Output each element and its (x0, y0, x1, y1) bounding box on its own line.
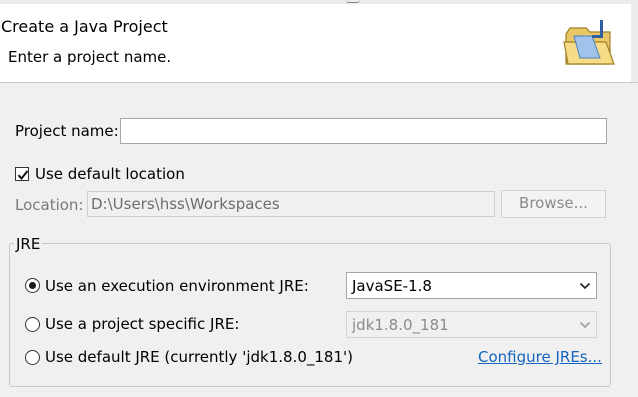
jre-group-label: JRE (14, 235, 43, 253)
location-value: D:\Users\hss\Workspaces (91, 195, 280, 213)
radio-default-jre[interactable] (25, 350, 40, 365)
wizard-subtitle: Enter a project name. (8, 48, 172, 66)
project-specific-jre-label: Use a project specific JRE: (45, 315, 240, 333)
wizard-title: Create a Java Project (1, 17, 168, 36)
banner-edge (631, 4, 638, 82)
radio-selected-dot (29, 282, 36, 289)
project-name-input[interactable] (120, 118, 607, 144)
top-strip (0, 0, 638, 4)
execution-environment-label: Use an execution environment JRE: (45, 277, 309, 295)
chevron-down-icon (579, 282, 591, 290)
use-default-location-checkbox[interactable] (15, 167, 29, 181)
project-specific-jre-value: jdk1.8.0_181 (352, 316, 449, 334)
top-strip-glint (346, 0, 360, 3)
execution-environment-value: JavaSE-1.8 (352, 277, 432, 295)
location-label: Location: (15, 196, 84, 214)
checkmark-icon (17, 170, 29, 181)
default-jre-label: Use default JRE (currently 'jdk1.8.0_181… (45, 348, 353, 366)
project-specific-jre-select[interactable]: jdk1.8.0_181 (346, 311, 597, 338)
project-name-label: Project name: (15, 122, 119, 140)
browse-button[interactable]: Browse... (501, 190, 606, 218)
radio-execution-environment[interactable] (25, 278, 40, 293)
execution-environment-select[interactable]: JavaSE-1.8 (346, 272, 597, 299)
location-input[interactable]: D:\Users\hss\Workspaces (87, 191, 495, 217)
radio-project-specific-jre[interactable] (25, 317, 40, 332)
new-java-project-folder-icon (563, 20, 615, 65)
configure-jres-link[interactable]: Configure JREs... (478, 348, 602, 366)
use-default-location-label: Use default location (35, 165, 185, 183)
wizard-banner: Create a Java Project Enter a project na… (0, 0, 638, 83)
chevron-down-icon (579, 321, 591, 329)
